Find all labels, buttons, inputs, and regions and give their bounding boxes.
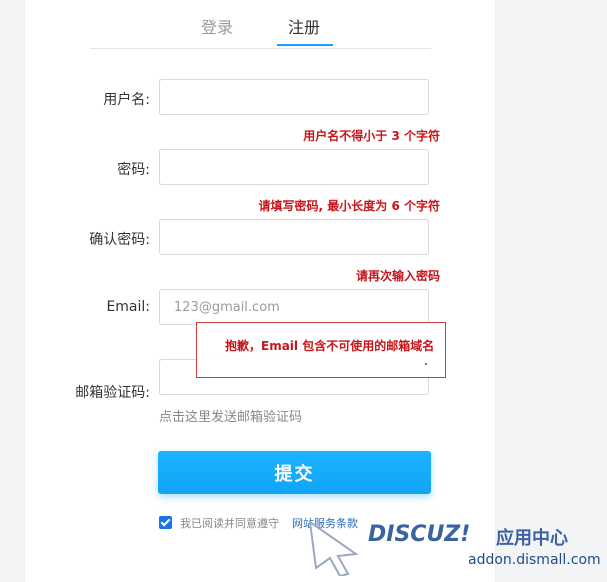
watermark-url: addon.dismall.com (468, 552, 601, 568)
email-code-label: 邮箱验证码: (75, 385, 150, 401)
username-label: 用户名: (103, 92, 150, 108)
submit-button[interactable]: 提交 (158, 451, 431, 494)
confirm-password-error: 请再次输入密码 (355, 269, 440, 283)
agree-checkbox[interactable] (159, 516, 172, 529)
watermark: DISCUZ! 应用中心 addon.dismall.com (300, 512, 601, 580)
password-input[interactable] (159, 149, 429, 185)
tab-register[interactable]: 注册 (288, 14, 320, 38)
popup-dot (425, 363, 427, 365)
tab-login[interactable]: 登录 (201, 14, 233, 38)
email-error-popup: 抱歉，Email 包含不可使用的邮箱域名 (196, 322, 446, 378)
email-error-text: 抱歉，Email 包含不可使用的邮箱域名 (225, 339, 435, 353)
cursor-logo-icon (308, 519, 359, 576)
confirm-password-input[interactable] (159, 219, 429, 255)
username-input[interactable] (159, 79, 429, 115)
username-error: 用户名不得小于 3 个字符 (303, 129, 440, 143)
confirm-password-label: 确认密码: (89, 232, 150, 248)
watermark-cn: 应用中心 (496, 528, 568, 549)
active-tab-indicator (277, 44, 333, 46)
email-label: Email: (106, 299, 150, 315)
password-label: 密码: (117, 162, 150, 178)
send-code-link[interactable]: 点击这里发送邮箱验证码 (159, 406, 302, 425)
agree-text: 我已阅读并同意遵守 (180, 517, 279, 530)
password-error: 请填写密码, 最小长度为 6 个字符 (258, 199, 440, 213)
email-input[interactable] (159, 289, 429, 325)
tab-bar: 登录 注册 (90, 0, 431, 49)
watermark-brand: DISCUZ! (368, 522, 471, 547)
